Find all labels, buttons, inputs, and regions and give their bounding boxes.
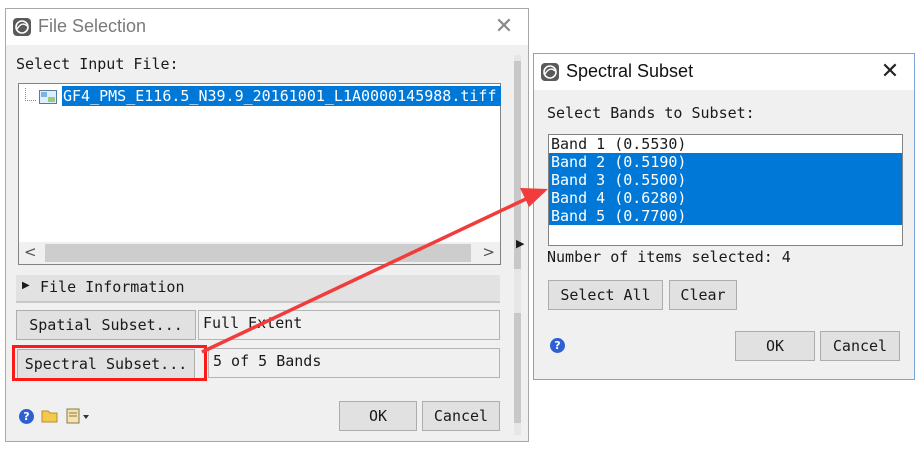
file-information-label: File Information	[40, 278, 185, 296]
collapse-triangle-icon: ▶	[22, 280, 30, 291]
band-list-item[interactable]: Band 5 (0.7700)	[549, 207, 902, 225]
file-list-item[interactable]: GF4_PMS_E116.5_N39.9_20161001_L1A0000145…	[62, 86, 501, 106]
title-bar[interactable]: File Selection ✕	[6, 9, 528, 45]
ok-button[interactable]: OK	[735, 331, 815, 361]
spectral-subset-window: Spectral Subset ✕ Select Bands to Subset…	[533, 53, 915, 380]
options-menu-icon[interactable]	[65, 407, 91, 425]
band-list-item[interactable]: Band 3 (0.5500)	[549, 171, 902, 189]
spectral-subset-highlight-box	[12, 345, 207, 381]
cancel-button[interactable]: Cancel	[422, 401, 500, 431]
select-input-file-label: Select Input File:	[16, 55, 179, 73]
band-list-item[interactable]: Band 1 (0.5530)	[549, 135, 902, 153]
open-folder-icon[interactable]	[41, 408, 59, 424]
band-list-item[interactable]: Band 4 (0.6280)	[549, 189, 902, 207]
input-file-list[interactable]: GF4_PMS_E116.5_N39.9_20161001_L1A0000145…	[18, 83, 501, 265]
tree-connector	[25, 88, 36, 101]
raster-file-icon	[39, 90, 57, 104]
envi-logo-icon	[541, 63, 559, 81]
scroll-right-arrow-icon[interactable]: >	[482, 243, 495, 261]
ok-button[interactable]: OK	[339, 401, 417, 431]
items-selected-count: Number of items selected: 4	[547, 248, 791, 266]
window-title: Spectral Subset	[566, 61, 694, 81]
title-bar[interactable]: Spectral Subset ✕	[534, 54, 914, 90]
select-bands-label: Select Bands to Subset:	[547, 104, 755, 122]
file-information-bar[interactable]: ▶ File Information	[16, 275, 500, 303]
spatial-subset-button[interactable]: Spatial Subset...	[16, 310, 196, 340]
band-list-item[interactable]: Band 2 (0.5190)	[549, 153, 902, 171]
close-button[interactable]: ✕	[876, 58, 904, 86]
pane-scrollbar-thumb-lower[interactable]	[514, 313, 521, 423]
window-title: File Selection	[38, 16, 147, 36]
expand-arrow-icon[interactable]: ▶	[516, 237, 524, 250]
scrollbar-thumb[interactable]	[45, 244, 471, 262]
file-selection-window: File Selection ✕ Select Input File: GF4_…	[5, 8, 529, 442]
help-icon[interactable]: ?	[550, 338, 565, 353]
close-button[interactable]: ✕	[490, 13, 518, 41]
clear-button[interactable]: Clear	[669, 280, 737, 310]
cancel-button[interactable]: Cancel	[820, 331, 900, 361]
horizontal-scrollbar[interactable]: < >	[19, 242, 500, 264]
band-list[interactable]: Band 1 (0.5530) Band 2 (0.5190) Band 3 (0.…	[548, 134, 903, 246]
scroll-left-arrow-icon[interactable]: <	[24, 243, 37, 261]
select-all-button[interactable]: Select All	[548, 280, 663, 310]
band-rows: Band 1 (0.5530) Band 2 (0.5190) Band 3 (0.…	[549, 135, 902, 225]
spectral-subset-value: 5 of 5 Bands	[208, 348, 500, 378]
spatial-subset-value: Full Extent	[198, 310, 500, 340]
help-icon[interactable]: ?	[19, 409, 34, 424]
envi-logo-icon	[13, 18, 31, 36]
